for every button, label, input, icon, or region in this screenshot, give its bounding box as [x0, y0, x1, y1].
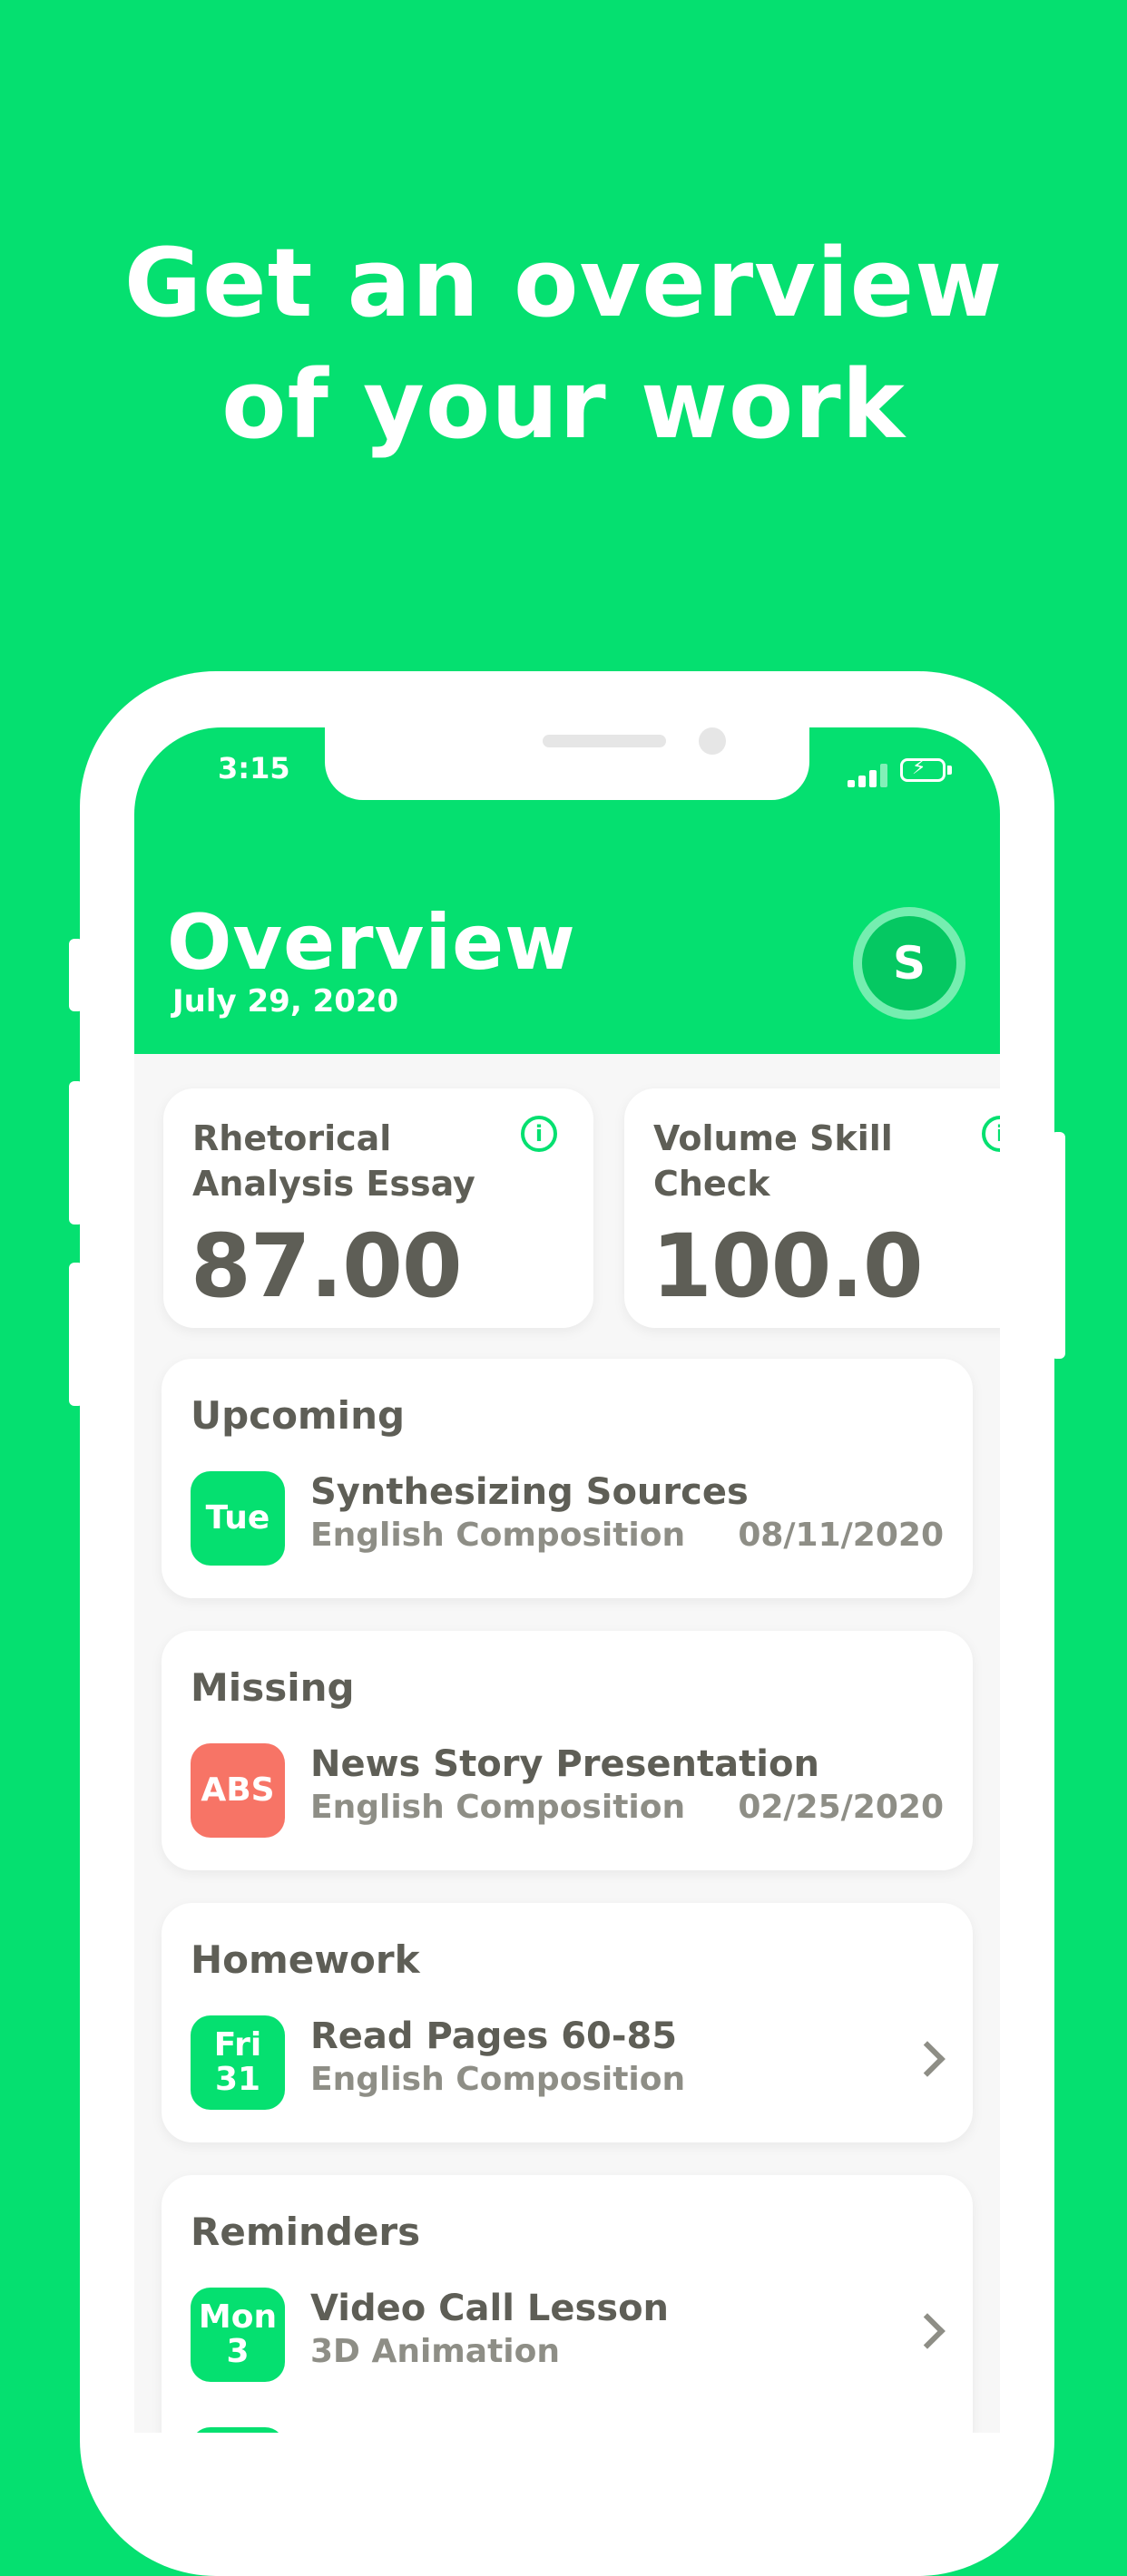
badge-date: 3: [226, 2333, 250, 2370]
chevron-right-icon[interactable]: [909, 2041, 946, 2077]
profile-avatar-button[interactable]: S: [853, 907, 965, 1020]
front-camera: [699, 727, 726, 755]
section-title: Homework: [191, 1937, 420, 1982]
section-title: Upcoming: [191, 1393, 406, 1438]
chevron-right-icon[interactable]: [909, 2313, 946, 2349]
section-title: Reminders: [191, 2210, 421, 2254]
headline: Get an overview of your work: [0, 222, 1127, 465]
course-name: English Composition: [310, 1789, 686, 1826]
grade-card[interactable]: Rhetorical Analysis Essay i 87.00: [163, 1088, 593, 1328]
day-badge: Tue: [191, 1471, 285, 1566]
due-date: 08/11/2020: [738, 1517, 944, 1554]
course-name: English Composition: [310, 2061, 686, 2098]
reminders-card[interactable]: Reminders Mon 3 Video Call Lesson 3D Ani…: [162, 2175, 973, 2433]
status-time: 3:15: [218, 751, 290, 785]
absent-badge: ABS: [191, 1743, 285, 1838]
next-reminder-badge-partial: [191, 2427, 285, 2433]
section-title: Missing: [191, 1665, 355, 1710]
missing-card[interactable]: Missing ABS News Story Presentation Engl…: [162, 1631, 973, 1870]
info-icon[interactable]: i: [521, 1116, 557, 1152]
grade-card[interactable]: Volume Skill Check i 100.0: [624, 1088, 1000, 1328]
course-name: English Composition: [310, 1517, 686, 1554]
page-date: July 29, 2020: [172, 983, 399, 1020]
homework-card[interactable]: Homework Fri 31 Read Pages 60-85 English…: [162, 1903, 973, 2142]
badge-day: Mon: [198, 2298, 278, 2336]
date-badge: Fri 31: [191, 2015, 285, 2110]
due-date: 02/25/2020: [738, 1789, 944, 1826]
grade-score: 87.00: [191, 1215, 463, 1317]
reminder-title: Video Call Lesson: [310, 2288, 670, 2329]
phone-notch: [325, 727, 809, 800]
grade-score: 100.0: [652, 1215, 924, 1317]
phone-screen: 3:15 ⚡ Overview July 29, 2020 S Rhetoric…: [134, 727, 1000, 2433]
badge-date: 31: [214, 2061, 261, 2098]
assignment-title: News Story Presentation: [310, 1743, 819, 1785]
upcoming-card[interactable]: Upcoming Tue Synthesizing Sources Englis…: [162, 1359, 973, 1598]
course-name: 3D Animation: [310, 2333, 561, 2370]
signal-icon: [848, 764, 887, 787]
assignment-title: Synthesizing Sources: [310, 1471, 749, 1513]
headline-line-2: of your work: [221, 349, 906, 460]
info-icon[interactable]: i: [982, 1116, 1000, 1152]
headline-line-1: Get an overview: [123, 228, 1004, 338]
speaker-grille: [543, 735, 666, 747]
battery-tip: [947, 766, 952, 775]
grade-assignment-name: Rhetorical Analysis Essay: [192, 1118, 475, 1204]
date-badge: Mon 3: [191, 2288, 285, 2382]
avatar: S: [862, 916, 956, 1010]
assignment-title: Read Pages 60-85: [310, 2015, 678, 2057]
badge-day: Fri: [213, 2026, 262, 2064]
overview-header: 3:15 ⚡ Overview July 29, 2020 S: [134, 727, 1000, 1054]
grade-assignment-name: Volume Skill Check: [653, 1118, 893, 1204]
battery-charging-icon: ⚡: [900, 756, 946, 782]
badge-day: Tue: [205, 1499, 270, 1537]
page-title: Overview: [167, 898, 576, 987]
badge-label: ABS: [201, 1771, 275, 1809]
